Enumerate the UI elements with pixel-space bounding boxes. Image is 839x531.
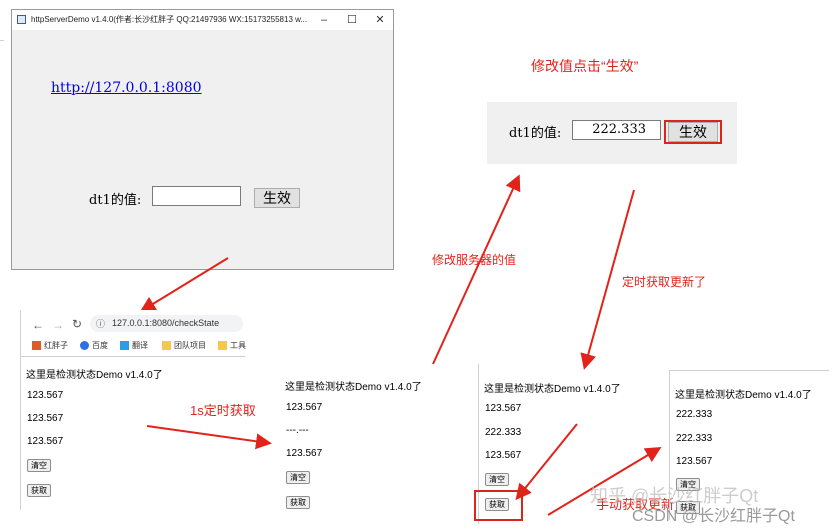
browser-toolbar: ← → ↻ ⓘ 127.0.0.1:8080/checkState 红胖子 百度… xyxy=(22,310,246,356)
arrow-page2-to-panel xyxy=(432,174,521,365)
value-1: 123.567 xyxy=(286,402,323,413)
arrow-to-fetch-button xyxy=(515,423,578,501)
page-heading: 这里是检测状态Demo v1.4.0了 xyxy=(26,370,163,381)
fetch-button[interactable]: 获取 xyxy=(27,484,51,497)
value-3: 123.567 xyxy=(676,456,713,467)
page-3: 这里是检测状态Demo v1.4.0了 123.567 222.333 123.… xyxy=(474,380,621,521)
value-1: 123.567 xyxy=(485,403,522,414)
bookmark-item[interactable]: 百度 xyxy=(80,340,108,351)
page4-top-border xyxy=(669,370,829,371)
page-1: 这里是检测状态Demo v1.4.0了 123.567 123.567 123.… xyxy=(26,366,163,497)
arrow-page1-to-page2 xyxy=(146,425,272,450)
forward-icon[interactable]: → xyxy=(52,318,64,332)
page-heading: 这里是检测状态Demo v1.4.0了 xyxy=(675,390,812,401)
arrow-window-to-browser xyxy=(139,257,229,313)
translate-icon xyxy=(120,341,129,351)
page-2: 这里是检测状态Demo v1.4.0了 123.567 ---.--- 123.… xyxy=(285,378,422,509)
bookmark-item[interactable]: 团队项目 xyxy=(162,340,206,351)
bookmark-item[interactable]: 工具 xyxy=(218,340,246,351)
back-icon[interactable]: ← xyxy=(32,318,44,332)
value-3: 123.567 xyxy=(27,436,64,447)
annotation-arrows xyxy=(139,174,662,516)
page-heading: 这里是检测状态Demo v1.4.0了 xyxy=(285,382,422,393)
address-bar[interactable]: ⓘ 127.0.0.1:8080/checkState xyxy=(90,315,243,332)
bookmark-item[interactable]: 红胖子 xyxy=(32,340,68,351)
fetch-button[interactable]: 获取 xyxy=(485,498,509,511)
page-heading: 这里是检测状态Demo v1.4.0了 xyxy=(484,384,621,395)
reload-icon[interactable]: ↻ xyxy=(72,317,82,331)
page1-left-border xyxy=(20,310,21,510)
browser-divider xyxy=(20,356,245,357)
value-2: 222.333 xyxy=(485,427,522,438)
value-1: 222.333 xyxy=(676,409,713,420)
value-3: 123.567 xyxy=(485,450,522,461)
fetch-button[interactable]: 获取 xyxy=(286,496,310,509)
folder-icon xyxy=(162,341,171,351)
value-2: 123.567 xyxy=(27,413,64,424)
page-4: 这里是检测状态Demo v1.4.0了 222.333 222.333 123.… xyxy=(675,386,812,514)
value-2: 222.333 xyxy=(676,433,713,444)
clear-button[interactable]: 清空 xyxy=(27,459,51,472)
clear-button[interactable]: 清空 xyxy=(286,471,310,484)
clear-button[interactable]: 清空 xyxy=(485,473,509,486)
folder-icon xyxy=(218,341,227,351)
bookmark-icon xyxy=(32,341,41,351)
csdn-watermark: CSDN @长沙红胖子Qt xyxy=(632,508,795,525)
info-icon: ⓘ xyxy=(96,319,106,329)
paw-icon xyxy=(80,341,89,351)
value-2: ---.--- xyxy=(286,425,309,436)
bookmark-item[interactable]: 翻译 xyxy=(120,340,148,351)
arrow-panel-to-page3 xyxy=(580,189,635,370)
value-1: 123.567 xyxy=(27,390,64,401)
url-text: 127.0.0.1:8080/checkState xyxy=(112,318,220,328)
value-3: 123.567 xyxy=(286,448,323,459)
